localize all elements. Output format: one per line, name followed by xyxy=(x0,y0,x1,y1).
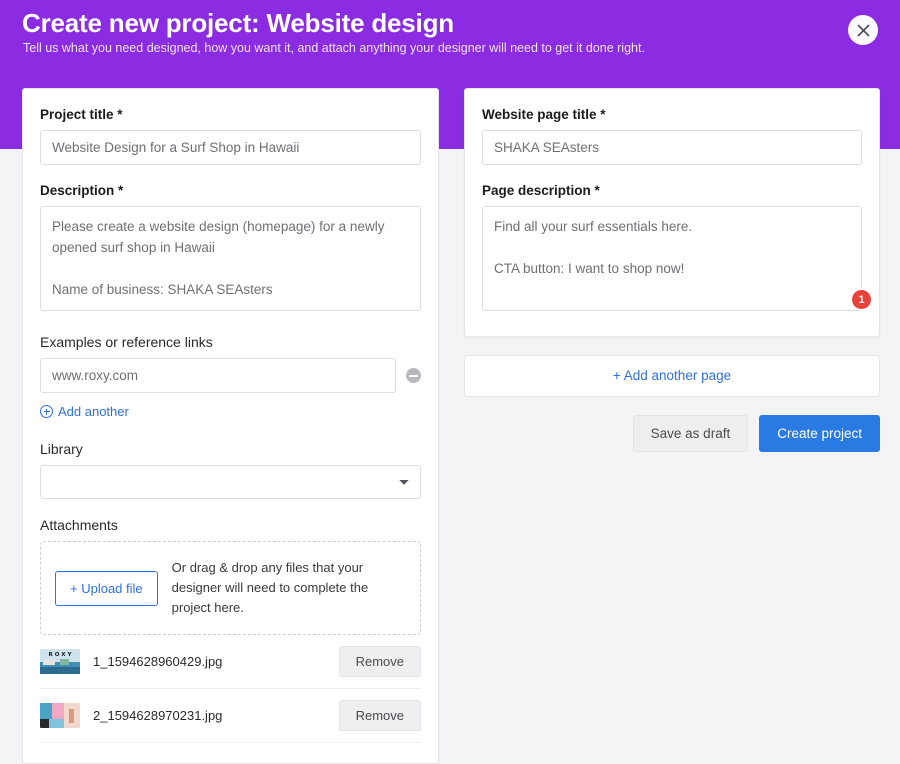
page-subtitle: Tell us what you need designed, how you … xyxy=(23,41,645,55)
description-label: Description * xyxy=(40,183,421,198)
plus-circle-icon xyxy=(40,405,53,418)
website-page-card: Website page title * Page description * … xyxy=(464,88,880,337)
close-icon xyxy=(857,24,870,37)
svg-text:R O X Y: R O X Y xyxy=(49,652,73,658)
page-title-field: Website page title * xyxy=(482,107,862,165)
close-button[interactable] xyxy=(848,15,878,45)
page-title-label: Website page title * xyxy=(482,107,862,122)
add-another-page-label: + Add another page xyxy=(613,368,731,383)
file-list-item: R O X Y 1_1594628960429.jpg Remove xyxy=(40,635,421,689)
add-another-label: Add another xyxy=(58,404,129,419)
dropzone-text: Or drag & drop any files that your desig… xyxy=(172,558,406,618)
minus-circle-icon[interactable] xyxy=(406,368,421,383)
file-name: 1_1594628960429.jpg xyxy=(93,654,339,669)
description-textarea[interactable]: Please create a website design (homepage… xyxy=(40,206,421,311)
library-select[interactable] xyxy=(40,465,421,499)
upload-file-button[interactable]: + Upload file xyxy=(55,571,158,606)
create-project-button[interactable]: Create project xyxy=(759,415,880,452)
page-description-label: Page description * xyxy=(482,183,862,198)
page-title: Create new project: Website design xyxy=(22,8,454,39)
project-details-column: Project title * Description * Please cre… xyxy=(22,88,439,764)
description-field: Description * Please create a website de… xyxy=(40,183,421,316)
remove-file-button[interactable]: Remove xyxy=(339,646,421,677)
page-description-field: Page description * Find all your surf es… xyxy=(482,183,862,316)
file-dropzone[interactable]: + Upload file Or drag & drop any files t… xyxy=(40,541,421,635)
reference-link-input[interactable] xyxy=(40,358,396,393)
attachments-field: Attachments + Upload file Or drag & drop… xyxy=(40,517,421,743)
library-field: Library xyxy=(40,441,421,499)
form-actions: Save as draft Create project xyxy=(464,415,880,452)
project-title-field: Project title * xyxy=(40,107,421,165)
save-as-draft-button[interactable]: Save as draft xyxy=(633,415,749,452)
file-list-item: 2_1594628970231.jpg Remove xyxy=(40,689,421,743)
project-details-card: Project title * Description * Please cre… xyxy=(22,88,439,764)
reference-links-label: Examples or reference links xyxy=(40,334,421,350)
reference-link-row xyxy=(40,358,421,393)
page-description-textarea[interactable]: Find all your surf essentials here. CTA … xyxy=(482,206,862,311)
page-title-input[interactable] xyxy=(482,130,862,165)
attachments-label: Attachments xyxy=(40,517,421,533)
project-title-label: Project title * xyxy=(40,107,421,122)
reference-links-field: Examples or reference links Add another xyxy=(40,334,421,423)
website-page-column: Website page title * Page description * … xyxy=(464,88,880,452)
library-label: Library xyxy=(40,441,421,457)
add-another-link[interactable]: Add another xyxy=(40,404,129,419)
status-badge: 1 xyxy=(852,290,871,309)
add-another-page-button[interactable]: + Add another page xyxy=(464,355,880,397)
roxy-beach-photo-thumbnail: R O X Y xyxy=(40,649,80,674)
project-title-input[interactable] xyxy=(40,130,421,165)
